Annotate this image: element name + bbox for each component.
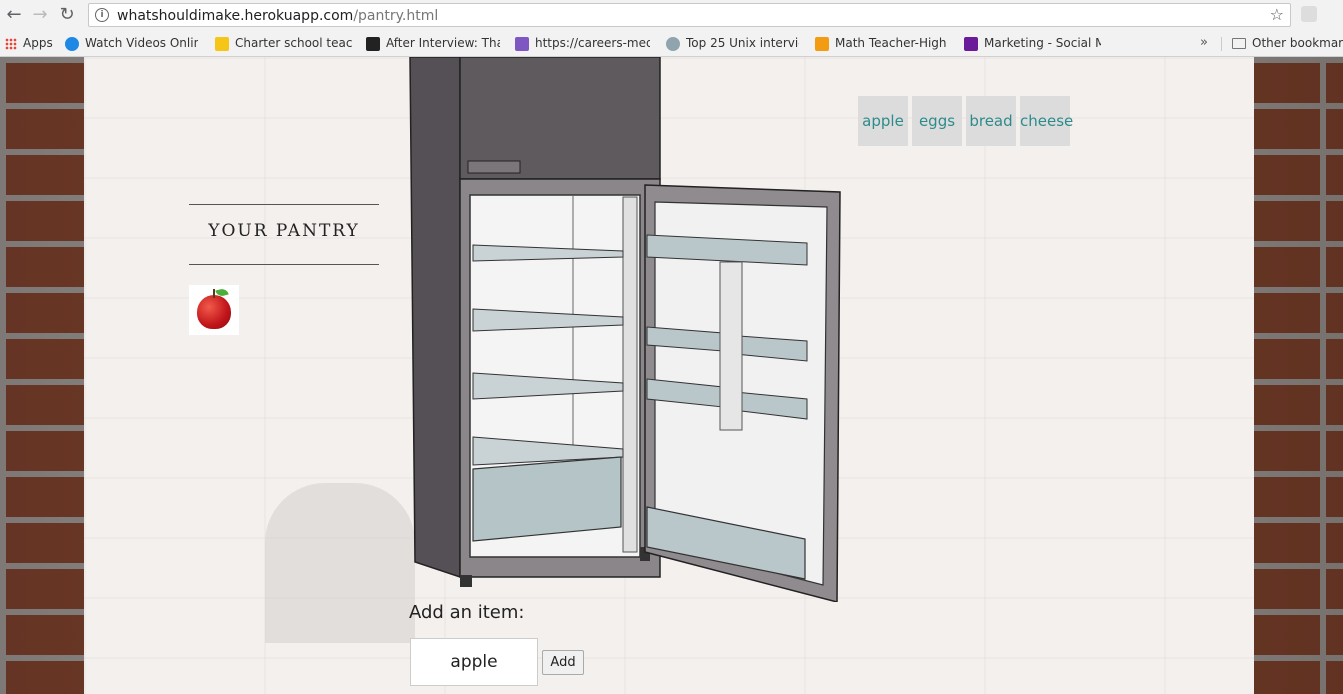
- url-text: whatshouldimake.herokuapp.com/pantry.htm…: [117, 8, 438, 24]
- bookmark-unix-interview[interactable]: Top 25 Unix interview: [666, 35, 799, 52]
- mug-decoration: [265, 483, 415, 643]
- bookmark-after-interview[interactable]: After Interview: Thank: [366, 35, 500, 52]
- bookmark-label: Top 25 Unix interview: [686, 36, 799, 50]
- pantry-title: YOUR PANTRY: [208, 221, 360, 241]
- divider: [189, 264, 379, 265]
- bookmark-label: Apps: [23, 36, 53, 50]
- other-bookmarks[interactable]: Other bookmarks: [1232, 35, 1343, 52]
- site-icon: [515, 36, 529, 51]
- bookmark-careers-media[interactable]: https://careers-media: [515, 35, 650, 52]
- bookmarks-overflow-icon[interactable]: »: [1200, 35, 1208, 50]
- url-path: /pantry.html: [353, 8, 439, 24]
- forward-icon[interactable]: →: [29, 4, 51, 26]
- apps-grid-icon: [5, 37, 17, 50]
- bookmarks-bar: Apps Watch Videos Online Charter school …: [0, 31, 1343, 57]
- back-icon[interactable]: ←: [3, 4, 25, 26]
- address-bar[interactable]: i whatshouldimake.herokuapp.com/pantry.h…: [88, 3, 1291, 27]
- divider: [1221, 37, 1222, 51]
- bookmark-label: Watch Videos Online: [85, 36, 198, 50]
- reload-icon[interactable]: ↻: [56, 4, 78, 26]
- add-item-input[interactable]: [410, 638, 538, 686]
- divider: [189, 204, 379, 205]
- bookmark-marketing[interactable]: Marketing - Social Me: [964, 35, 1101, 52]
- add-item-label: Add an item:: [409, 602, 525, 623]
- folder-icon: [1232, 38, 1246, 49]
- bookmark-charter-school[interactable]: Charter school teache: [215, 35, 352, 52]
- site-icon: [366, 36, 380, 51]
- bookmark-apps[interactable]: Apps: [5, 35, 60, 52]
- bookmark-label: https://careers-media: [535, 36, 650, 50]
- browser-toolbar: ← → ↻ i whatshouldimake.herokuapp.com/pa…: [0, 0, 1343, 31]
- tag-cheese[interactable]: cheese: [1020, 96, 1073, 146]
- bookmark-label: Charter school teache: [235, 36, 352, 50]
- tag-apple[interactable]: apple: [858, 96, 908, 146]
- bookmark-label: After Interview: Thank: [386, 36, 500, 50]
- bookmark-label: Marketing - Social Me: [984, 36, 1101, 50]
- url-host: whatshouldimake.herokuapp.com: [117, 8, 354, 24]
- bookmark-star-icon[interactable]: ☆: [1270, 5, 1284, 24]
- tag-bread[interactable]: bread: [966, 96, 1016, 146]
- gear-icon: [666, 36, 680, 51]
- other-bookmarks-label: Other bookmarks: [1252, 36, 1343, 50]
- pantry-item[interactable]: [189, 285, 239, 335]
- star-badge-icon: [815, 36, 829, 51]
- extension-icon[interactable]: [1301, 6, 1317, 22]
- checkmark-icon: [215, 36, 229, 51]
- info-icon[interactable]: i: [95, 8, 109, 22]
- bookmark-label: Math Teacher-High Sc: [835, 36, 950, 50]
- fridge-illustration: [409, 57, 841, 602]
- play-icon: [65, 36, 79, 51]
- bookmark-math-teacher[interactable]: Math Teacher-High Sc: [815, 35, 950, 52]
- bookmark-watch-videos[interactable]: Watch Videos Online: [65, 35, 198, 52]
- apple-icon: [197, 295, 231, 329]
- add-button[interactable]: Add: [542, 650, 584, 675]
- tag-eggs[interactable]: eggs: [912, 96, 962, 146]
- m-logo-icon: [964, 36, 978, 51]
